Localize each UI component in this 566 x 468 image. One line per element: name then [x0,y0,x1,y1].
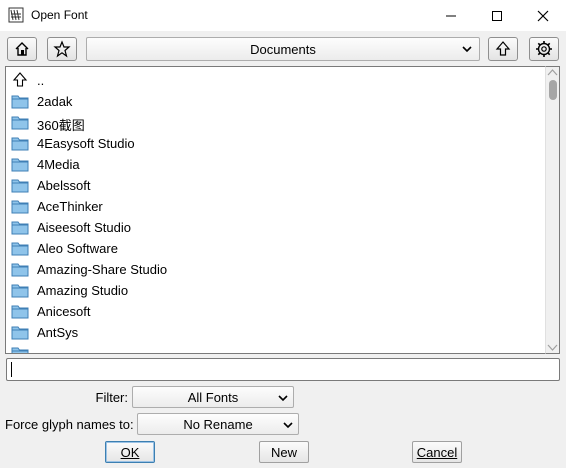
force-glyph-names-select[interactable]: No Rename [137,413,299,435]
folder-icon [11,263,29,277]
folder-icon [11,137,29,151]
parent-directory-button[interactable] [488,37,518,61]
list-item-label: AceThinker [37,199,103,214]
directory-select[interactable]: Documents [86,37,480,61]
window-title: Open Font [31,8,88,22]
list-item-label: Amazing-Share Studio [37,262,168,277]
folder-icon [11,158,29,172]
chevron-down-icon [462,46,472,53]
list-item-label: Abelssoft [37,178,91,193]
force-glyph-names-label: Force glyph names to: [5,417,134,432]
list-item-label: AntSys [37,325,79,340]
cancel-button[interactable]: Cancel [412,441,462,463]
list-item-label: 360截图 [37,118,85,133]
text-caret [11,362,12,377]
list-item[interactable]: 4Easysoft Studio [6,133,545,154]
bookmarks-button[interactable] [47,37,77,61]
new-button[interactable]: New [259,441,309,463]
folder-icon [11,305,29,319]
scroll-down-arrow-icon[interactable] [546,342,559,353]
cancel-button-label: Cancel [416,444,458,460]
list-item[interactable]: Anicesoft [6,301,545,322]
settings-button[interactable] [529,37,559,61]
close-button[interactable] [520,0,566,31]
list-item-label: Amazing Studio [37,283,129,298]
chevron-down-icon [283,422,293,429]
folder-icon [11,200,29,214]
list-item[interactable]: Abelssoft [6,175,545,196]
up-arrow-icon [495,41,511,56]
list-item[interactable]: Amazing Studio [6,280,545,301]
home-icon [15,42,29,56]
filter-label: Filter: [95,390,129,405]
folder-icon [11,284,29,298]
minimize-icon [446,15,456,16]
filter-value: All Fonts [187,389,239,405]
up-arrow-icon [12,72,28,87]
list-item[interactable]: AntSys [6,322,545,343]
list-item[interactable]: Amazing-Share Studio [6,259,545,280]
folder-icon [11,326,29,340]
directory-label: Documents [250,41,316,57]
list-item-label: .. [37,73,45,88]
ok-button[interactable]: OK [105,441,155,463]
vertical-scrollbar[interactable] [545,66,560,354]
maximize-button[interactable] [474,0,520,31]
list-item[interactable]: 2adak [6,91,545,112]
filter-select[interactable]: All Fonts [132,386,294,408]
list-item-label: Aleo Software [37,241,118,256]
folder-icon [11,179,29,193]
list-item[interactable]: AceThinker [6,196,545,217]
new-button-label: New [270,444,297,460]
list-item-parent[interactable]: .. [6,70,545,91]
folder-icon [11,116,29,130]
minimize-button[interactable] [428,0,474,31]
close-icon [537,10,549,21]
maximize-icon [492,10,502,21]
file-list[interactable]: .. 2adak 360截图 4Easysoft Studio 4Media A… [5,66,545,354]
list-item-label: Aiseesoft Studio [37,220,131,235]
gear-icon [536,41,552,57]
ok-button-label: OK [120,444,140,460]
list-item[interactable]: Aiseesoft Studio [6,217,545,238]
scroll-up-arrow-icon[interactable] [546,67,559,78]
scrollbar-thumb[interactable] [549,80,557,100]
force-glyph-names-value: No Rename [183,416,253,432]
chevron-down-icon [278,395,288,402]
list-item[interactable]: 4Media [6,154,545,175]
list-item-label: 2adak [37,94,73,109]
list-item-label: 4Media [37,157,80,172]
star-icon [53,40,71,58]
folder-icon [11,95,29,109]
list-item-label: Anicesoft [37,304,91,319]
list-item[interactable]: Aleo Software [6,238,545,259]
folder-icon [11,221,29,235]
list-item-partial[interactable] [6,343,545,353]
fontforge-app-icon [8,7,24,23]
folder-icon [11,347,29,353]
folder-icon [11,242,29,256]
list-item[interactable]: 360截图 [6,112,545,133]
filename-input[interactable] [6,358,560,381]
list-item-label: 4Easysoft Studio [37,136,135,151]
home-button[interactable] [7,37,37,61]
